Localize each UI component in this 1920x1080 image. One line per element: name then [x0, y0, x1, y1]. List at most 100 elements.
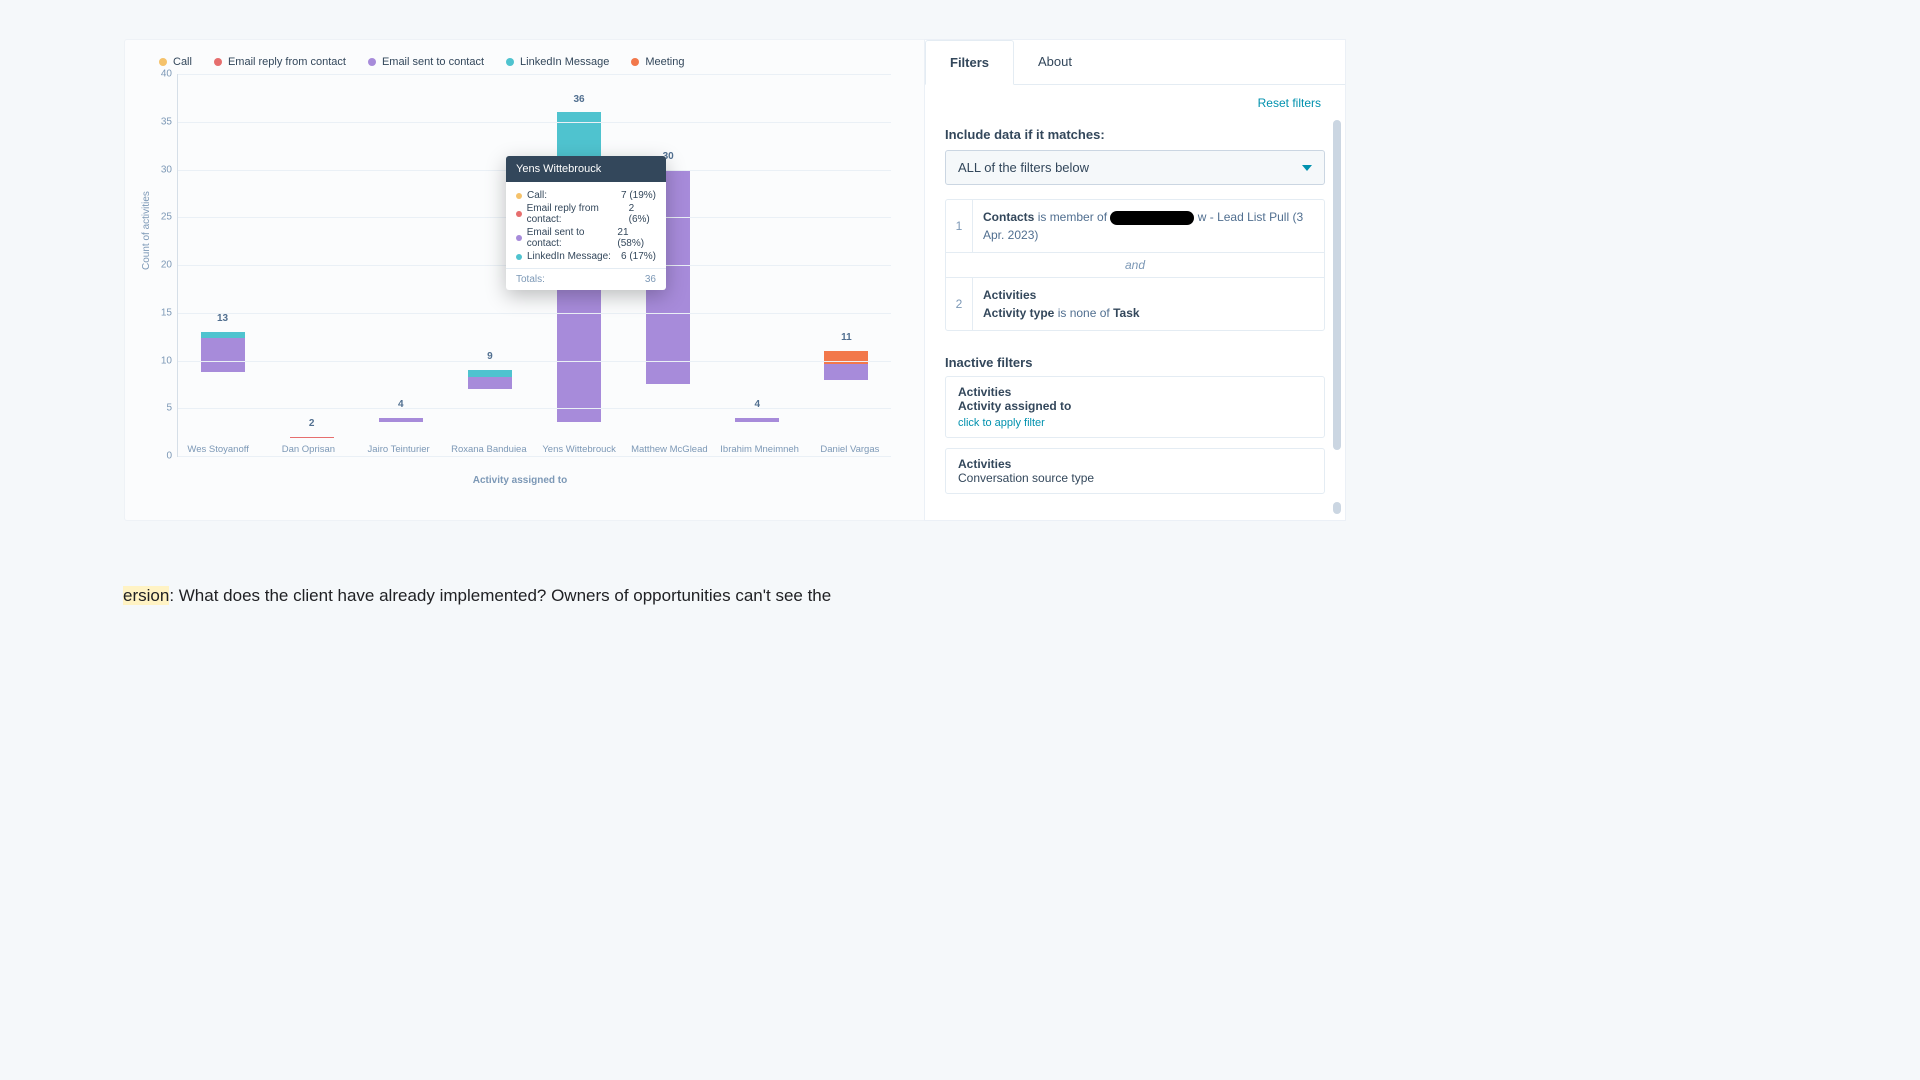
tooltip-row: Email reply from contact:2 (6%): [516, 203, 656, 225]
tooltip-row: Email sent to contact:21 (58%): [516, 227, 656, 249]
legend-dot: [506, 58, 514, 66]
tooltip-footer-value: 36: [645, 274, 656, 285]
bar-segment: [379, 418, 423, 422]
bar-stack: [201, 332, 245, 456]
filter-text: is none of: [1054, 306, 1113, 320]
tab-row: Filters About: [925, 40, 1345, 85]
bar-total-label: 11: [841, 332, 852, 343]
filter-index: 2: [946, 278, 973, 330]
apply-hint: click to apply filter: [958, 417, 1312, 429]
x-tick: Dan Oprisan: [263, 444, 353, 455]
bar-segment: [735, 418, 779, 422]
x-tick: Wes Stoyanoff: [173, 444, 263, 455]
filter-index: 1: [946, 200, 973, 252]
legend-label: Email reply from contact: [228, 56, 346, 68]
x-tick: Roxana Banduiea: [444, 444, 534, 455]
report-shell: Call Email reply from contact Email sent…: [125, 40, 1345, 520]
x-tick: Daniel Vargas: [805, 444, 895, 455]
filter-value: Task: [1113, 306, 1139, 320]
reset-filters-link[interactable]: Reset filters: [1258, 96, 1321, 110]
filter-row-1[interactable]: 1 Contacts is member of w - Lead List Pu…: [946, 200, 1324, 252]
tooltip-body: Call:7 (19%) Email reply from contact:2 (…: [506, 182, 666, 268]
bar-total-label: 13: [217, 313, 228, 324]
y-axis-label: Count of activities: [141, 191, 152, 270]
x-tick: Yens Wittebrouck: [534, 444, 624, 455]
filter-field: Activity assigned to: [958, 399, 1312, 413]
legend-label: Meeting: [645, 56, 684, 68]
bar-segment: [201, 338, 245, 372]
tab-filters[interactable]: Filters: [925, 40, 1014, 85]
bar-chart[interactable]: 132493630411 Yens Wittebrouck Call:7 (19…: [177, 74, 891, 457]
gridline: [178, 408, 891, 409]
bar-total-label: 36: [574, 94, 585, 105]
y-tick: 30: [150, 164, 172, 175]
legend-dot: [159, 58, 167, 66]
gridline: [178, 361, 891, 362]
filter-row-2[interactable]: 2 Activities Activity type is none of Ta…: [946, 278, 1324, 330]
tooltip-footer: Totals: 36: [506, 268, 666, 290]
gridline: [178, 456, 891, 457]
bar-segment: [290, 437, 334, 438]
legend-dot: [631, 58, 639, 66]
gridline: [178, 74, 891, 75]
legend-item-sent[interactable]: Email sent to contact: [368, 56, 484, 68]
y-tick: 0: [150, 451, 172, 462]
scrollbar-thumb[interactable]: [1333, 502, 1341, 514]
x-tick: Matthew McGlead: [624, 444, 714, 455]
match-mode-dropdown[interactable]: ALL of the filters below: [945, 150, 1325, 185]
filter-object: Activities: [958, 385, 1312, 399]
chevron-down-icon: [1302, 165, 1312, 171]
body-text: : What does the client have already impl…: [169, 586, 831, 605]
legend-item-linkedin[interactable]: LinkedIn Message: [506, 56, 609, 68]
gridline: [178, 313, 891, 314]
dropdown-value: ALL of the filters below: [958, 160, 1089, 175]
filter-body: Contacts is member of w - Lead List Pull…: [973, 200, 1324, 252]
gridline: [178, 122, 891, 123]
document-text-line: ersion: What does the client have alread…: [123, 586, 831, 606]
filter-object: Activities: [983, 288, 1036, 302]
filter-and-separator: and: [946, 252, 1324, 278]
filters-pane: Filters About Reset filters Include data…: [925, 40, 1345, 520]
filter-body: Activities Activity type is none of Task: [973, 278, 1324, 330]
bar-segment: [824, 364, 868, 380]
y-tick: 25: [150, 212, 172, 223]
legend-dot: [214, 58, 222, 66]
filter-object: Contacts: [983, 210, 1034, 224]
legend-item-call[interactable]: Call: [159, 56, 192, 68]
tooltip-row: Call:7 (19%): [516, 190, 656, 201]
bar-total-label: 2: [309, 418, 315, 429]
legend-label: Call: [173, 56, 192, 68]
x-tick: Ibrahim Mneimneh: [715, 444, 805, 455]
y-tick: 20: [150, 260, 172, 271]
y-tick: 35: [150, 116, 172, 127]
y-tick: 40: [150, 69, 172, 80]
y-tick: 15: [150, 307, 172, 318]
tooltip-title: Yens Wittebrouck: [506, 156, 666, 182]
legend-label: Email sent to contact: [382, 56, 484, 68]
filter-object: Activities: [958, 457, 1312, 471]
legend-item-reply[interactable]: Email reply from contact: [214, 56, 346, 68]
x-axis-label: Activity assigned to: [129, 475, 911, 486]
tooltip-footer-label: Totals:: [516, 274, 545, 285]
filter-text: is member of: [1038, 210, 1107, 224]
chart-legend: Call Email reply from contact Email sent…: [129, 50, 911, 68]
legend-item-meeting[interactable]: Meeting: [631, 56, 684, 68]
y-tick: 10: [150, 355, 172, 366]
scrollbar[interactable]: [1333, 120, 1341, 450]
y-tick: 5: [150, 403, 172, 414]
x-tick: Jairo Teinturier: [354, 444, 444, 455]
highlighted-text: ersion: [123, 586, 169, 605]
filter-field: Conversation source type: [958, 471, 1094, 485]
filter-field: Activity type: [983, 306, 1054, 320]
inactive-filters-label: Inactive filters: [945, 355, 1325, 370]
active-filters-card: 1 Contacts is member of w - Lead List Pu…: [945, 199, 1325, 331]
tab-about[interactable]: About: [1014, 40, 1096, 84]
bar-stack: [824, 351, 868, 456]
inactive-filter-1[interactable]: Activities Activity assigned to click to…: [945, 376, 1325, 438]
legend-dot: [368, 58, 376, 66]
x-axis-ticks: Wes StoyanoffDan OprisanJairo Teinturier…: [173, 444, 895, 455]
legend-label: LinkedIn Message: [520, 56, 609, 68]
inactive-filter-2[interactable]: Activities Conversation source type: [945, 448, 1325, 494]
chart-tooltip: Yens Wittebrouck Call:7 (19%) Email reply…: [506, 156, 666, 290]
tooltip-row: LinkedIn Message:6 (17%): [516, 251, 656, 262]
